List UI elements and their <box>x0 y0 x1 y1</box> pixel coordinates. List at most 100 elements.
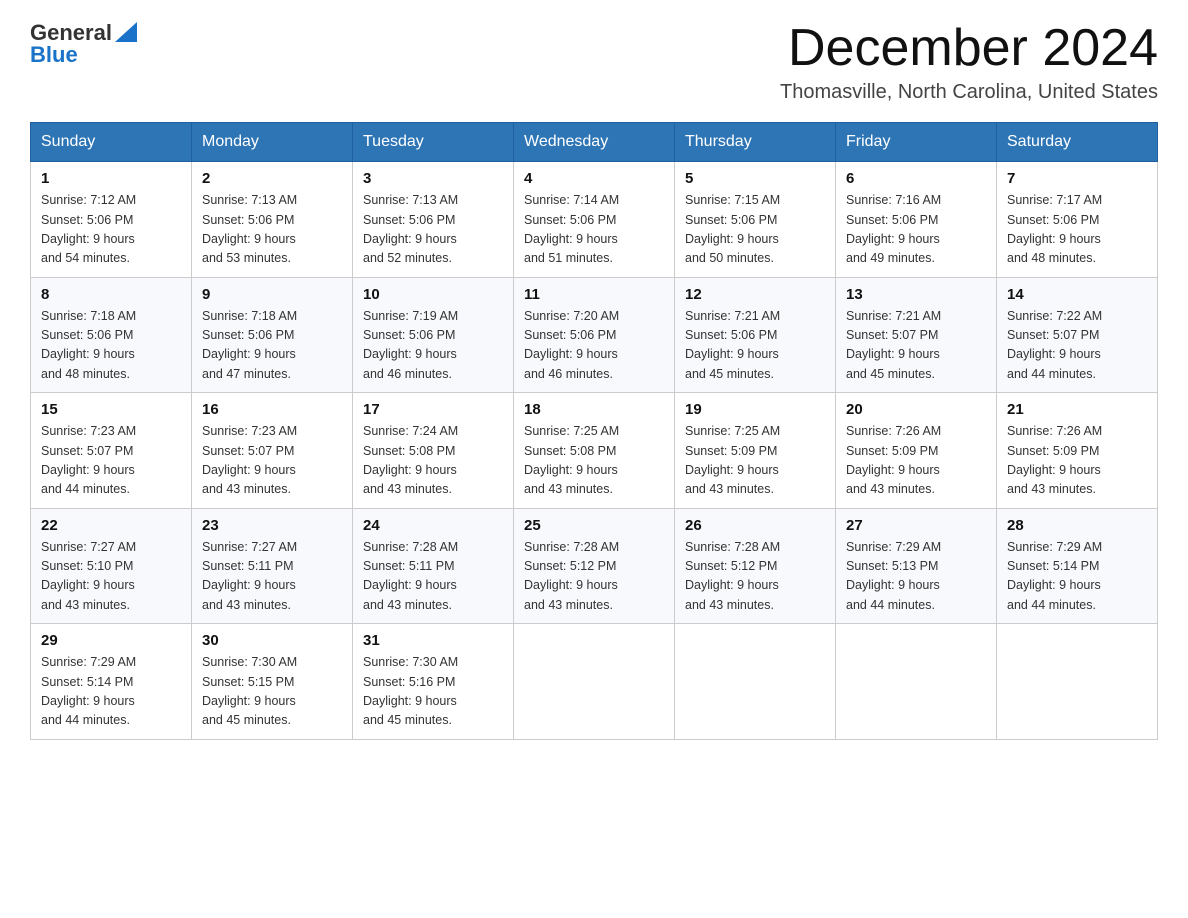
calendar-cell: 5 Sunrise: 7:15 AMSunset: 5:06 PMDayligh… <box>675 162 836 278</box>
calendar-cell: 19 Sunrise: 7:25 AMSunset: 5:09 PMDaylig… <box>675 393 836 509</box>
day-info: Sunrise: 7:18 AMSunset: 5:06 PMDaylight:… <box>41 309 136 381</box>
day-info: Sunrise: 7:29 AMSunset: 5:14 PMDaylight:… <box>41 655 136 727</box>
header-saturday: Saturday <box>997 123 1158 162</box>
header-sunday: Sunday <box>31 123 192 162</box>
calendar-cell: 16 Sunrise: 7:23 AMSunset: 5:07 PMDaylig… <box>192 393 353 509</box>
day-number: 21 <box>1007 401 1147 418</box>
header-thursday: Thursday <box>675 123 836 162</box>
day-info: Sunrise: 7:25 AMSunset: 5:09 PMDaylight:… <box>685 424 780 496</box>
calendar-cell: 1 Sunrise: 7:12 AMSunset: 5:06 PMDayligh… <box>31 162 192 278</box>
day-number: 28 <box>1007 517 1147 534</box>
page-title: December 2024 <box>780 20 1158 77</box>
day-number: 24 <box>363 517 503 534</box>
calendar-cell <box>514 624 675 740</box>
calendar-cell: 8 Sunrise: 7:18 AMSunset: 5:06 PMDayligh… <box>31 277 192 393</box>
day-info: Sunrise: 7:30 AMSunset: 5:15 PMDaylight:… <box>202 655 297 727</box>
calendar-cell: 7 Sunrise: 7:17 AMSunset: 5:06 PMDayligh… <box>997 162 1158 278</box>
day-info: Sunrise: 7:23 AMSunset: 5:07 PMDaylight:… <box>202 424 297 496</box>
calendar-cell: 13 Sunrise: 7:21 AMSunset: 5:07 PMDaylig… <box>836 277 997 393</box>
title-area: December 2024 Thomasville, North Carolin… <box>780 20 1158 104</box>
day-info: Sunrise: 7:29 AMSunset: 5:13 PMDaylight:… <box>846 540 941 612</box>
day-number: 10 <box>363 286 503 303</box>
day-info: Sunrise: 7:21 AMSunset: 5:07 PMDaylight:… <box>846 309 941 381</box>
calendar-cell: 2 Sunrise: 7:13 AMSunset: 5:06 PMDayligh… <box>192 162 353 278</box>
header-friday: Friday <box>836 123 997 162</box>
calendar-cell: 29 Sunrise: 7:29 AMSunset: 5:14 PMDaylig… <box>31 624 192 740</box>
day-number: 14 <box>1007 286 1147 303</box>
day-info: Sunrise: 7:24 AMSunset: 5:08 PMDaylight:… <box>363 424 458 496</box>
calendar-cell: 10 Sunrise: 7:19 AMSunset: 5:06 PMDaylig… <box>353 277 514 393</box>
logo-triangle-icon <box>115 22 137 42</box>
day-number: 9 <box>202 286 342 303</box>
day-info: Sunrise: 7:30 AMSunset: 5:16 PMDaylight:… <box>363 655 458 727</box>
calendar-cell: 31 Sunrise: 7:30 AMSunset: 5:16 PMDaylig… <box>353 624 514 740</box>
calendar-cell: 11 Sunrise: 7:20 AMSunset: 5:06 PMDaylig… <box>514 277 675 393</box>
day-info: Sunrise: 7:25 AMSunset: 5:08 PMDaylight:… <box>524 424 619 496</box>
day-info: Sunrise: 7:28 AMSunset: 5:11 PMDaylight:… <box>363 540 458 612</box>
day-info: Sunrise: 7:29 AMSunset: 5:14 PMDaylight:… <box>1007 540 1102 612</box>
day-number: 11 <box>524 286 664 303</box>
day-number: 17 <box>363 401 503 418</box>
day-number: 25 <box>524 517 664 534</box>
logo: General Blue <box>30 20 137 68</box>
day-info: Sunrise: 7:28 AMSunset: 5:12 PMDaylight:… <box>685 540 780 612</box>
day-number: 6 <box>846 170 986 187</box>
calendar-cell: 3 Sunrise: 7:13 AMSunset: 5:06 PMDayligh… <box>353 162 514 278</box>
day-number: 12 <box>685 286 825 303</box>
day-info: Sunrise: 7:23 AMSunset: 5:07 PMDaylight:… <box>41 424 136 496</box>
day-number: 16 <box>202 401 342 418</box>
day-info: Sunrise: 7:21 AMSunset: 5:06 PMDaylight:… <box>685 309 780 381</box>
calendar-cell: 21 Sunrise: 7:26 AMSunset: 5:09 PMDaylig… <box>997 393 1158 509</box>
day-info: Sunrise: 7:13 AMSunset: 5:06 PMDaylight:… <box>202 193 297 265</box>
calendar-cell: 20 Sunrise: 7:26 AMSunset: 5:09 PMDaylig… <box>836 393 997 509</box>
calendar-cell: 28 Sunrise: 7:29 AMSunset: 5:14 PMDaylig… <box>997 508 1158 624</box>
day-info: Sunrise: 7:13 AMSunset: 5:06 PMDaylight:… <box>363 193 458 265</box>
day-number: 18 <box>524 401 664 418</box>
day-info: Sunrise: 7:17 AMSunset: 5:06 PMDaylight:… <box>1007 193 1102 265</box>
day-info: Sunrise: 7:26 AMSunset: 5:09 PMDaylight:… <box>1007 424 1102 496</box>
day-number: 2 <box>202 170 342 187</box>
calendar-cell: 24 Sunrise: 7:28 AMSunset: 5:11 PMDaylig… <box>353 508 514 624</box>
day-info: Sunrise: 7:14 AMSunset: 5:06 PMDaylight:… <box>524 193 619 265</box>
day-info: Sunrise: 7:27 AMSunset: 5:11 PMDaylight:… <box>202 540 297 612</box>
calendar-cell: 23 Sunrise: 7:27 AMSunset: 5:11 PMDaylig… <box>192 508 353 624</box>
calendar-week-row: 29 Sunrise: 7:29 AMSunset: 5:14 PMDaylig… <box>31 624 1158 740</box>
calendar-cell: 27 Sunrise: 7:29 AMSunset: 5:13 PMDaylig… <box>836 508 997 624</box>
day-number: 23 <box>202 517 342 534</box>
calendar-cell: 9 Sunrise: 7:18 AMSunset: 5:06 PMDayligh… <box>192 277 353 393</box>
calendar-header-row: SundayMondayTuesdayWednesdayThursdayFrid… <box>31 123 1158 162</box>
day-info: Sunrise: 7:20 AMSunset: 5:06 PMDaylight:… <box>524 309 619 381</box>
day-number: 26 <box>685 517 825 534</box>
day-info: Sunrise: 7:28 AMSunset: 5:12 PMDaylight:… <box>524 540 619 612</box>
page-subtitle: Thomasville, North Carolina, United Stat… <box>780 81 1158 104</box>
day-number: 22 <box>41 517 181 534</box>
calendar-cell: 17 Sunrise: 7:24 AMSunset: 5:08 PMDaylig… <box>353 393 514 509</box>
day-number: 3 <box>363 170 503 187</box>
day-info: Sunrise: 7:26 AMSunset: 5:09 PMDaylight:… <box>846 424 941 496</box>
calendar-cell: 4 Sunrise: 7:14 AMSunset: 5:06 PMDayligh… <box>514 162 675 278</box>
day-number: 13 <box>846 286 986 303</box>
calendar-cell: 14 Sunrise: 7:22 AMSunset: 5:07 PMDaylig… <box>997 277 1158 393</box>
day-number: 20 <box>846 401 986 418</box>
day-number: 1 <box>41 170 181 187</box>
day-number: 19 <box>685 401 825 418</box>
day-number: 31 <box>363 632 503 649</box>
calendar-cell: 25 Sunrise: 7:28 AMSunset: 5:12 PMDaylig… <box>514 508 675 624</box>
day-number: 4 <box>524 170 664 187</box>
calendar-cell: 6 Sunrise: 7:16 AMSunset: 5:06 PMDayligh… <box>836 162 997 278</box>
day-number: 7 <box>1007 170 1147 187</box>
calendar-cell: 12 Sunrise: 7:21 AMSunset: 5:06 PMDaylig… <box>675 277 836 393</box>
day-info: Sunrise: 7:12 AMSunset: 5:06 PMDaylight:… <box>41 193 136 265</box>
calendar-cell <box>836 624 997 740</box>
calendar-cell: 22 Sunrise: 7:27 AMSunset: 5:10 PMDaylig… <box>31 508 192 624</box>
calendar-week-row: 15 Sunrise: 7:23 AMSunset: 5:07 PMDaylig… <box>31 393 1158 509</box>
day-info: Sunrise: 7:19 AMSunset: 5:06 PMDaylight:… <box>363 309 458 381</box>
day-number: 5 <box>685 170 825 187</box>
calendar-cell: 30 Sunrise: 7:30 AMSunset: 5:15 PMDaylig… <box>192 624 353 740</box>
calendar-cell: 26 Sunrise: 7:28 AMSunset: 5:12 PMDaylig… <box>675 508 836 624</box>
header-monday: Monday <box>192 123 353 162</box>
calendar-cell: 15 Sunrise: 7:23 AMSunset: 5:07 PMDaylig… <box>31 393 192 509</box>
day-info: Sunrise: 7:22 AMSunset: 5:07 PMDaylight:… <box>1007 309 1102 381</box>
day-number: 30 <box>202 632 342 649</box>
day-info: Sunrise: 7:15 AMSunset: 5:06 PMDaylight:… <box>685 193 780 265</box>
